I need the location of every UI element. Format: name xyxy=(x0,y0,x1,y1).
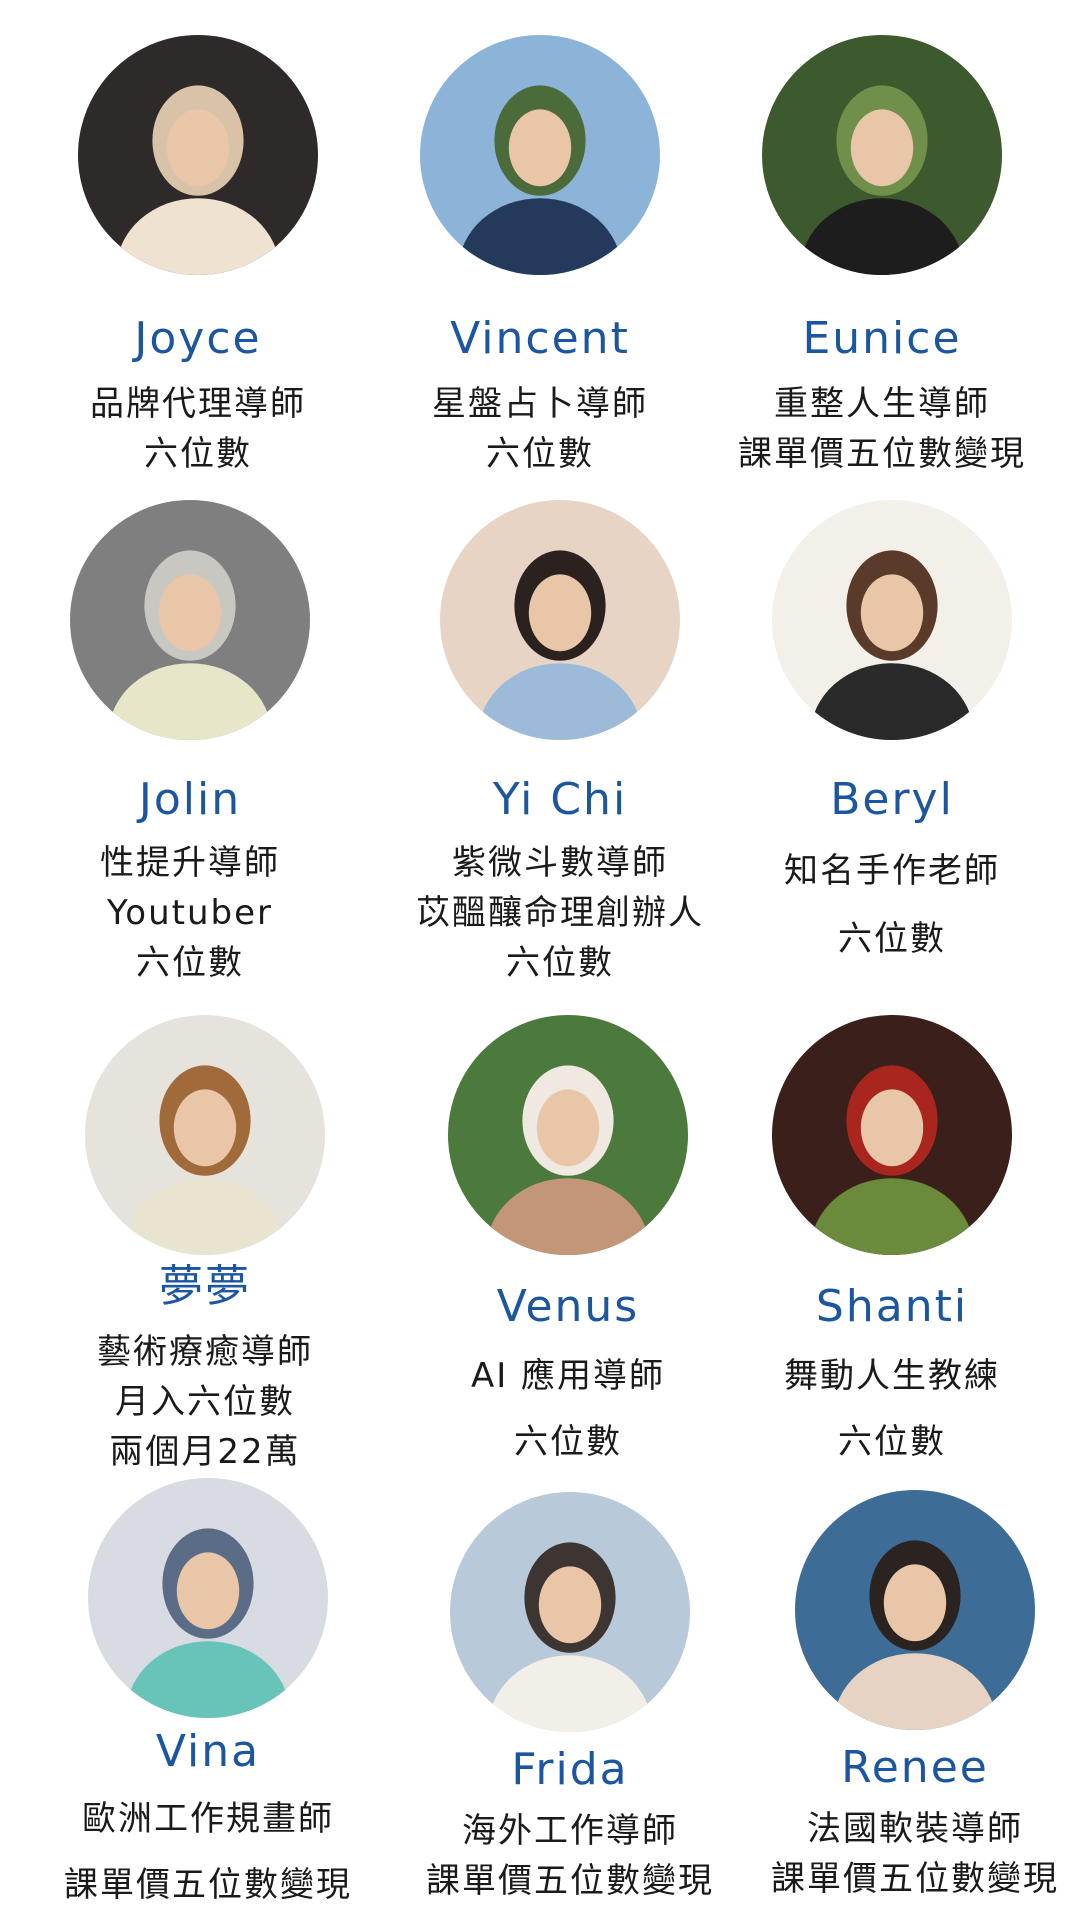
mentor-name: Shanti xyxy=(815,1281,969,1332)
mentor-title: 舞動人生教練 xyxy=(784,1356,1000,1396)
mentor-name: Beryl xyxy=(830,774,954,825)
portrait-photo-icon xyxy=(450,1492,690,1732)
portrait-photo-icon xyxy=(772,1015,1012,1255)
mentor-earnings: 課單價五位數變現 xyxy=(426,1861,714,1901)
portrait-photo-icon xyxy=(448,1015,688,1255)
avatar xyxy=(795,1490,1035,1730)
mentor-title: 品牌代理導師 xyxy=(90,384,306,424)
avatar xyxy=(772,500,1012,740)
mentor-earnings: 六位數 xyxy=(514,1422,622,1462)
mentor-card-vincent: Vincent 星盤占卜導師 六位數 xyxy=(360,35,720,475)
avatar xyxy=(762,35,1002,275)
avatar xyxy=(70,500,310,740)
mentor-card-mengmeng: 夢夢 藝術療癒導師 月入六位數 兩個月22萬 xyxy=(25,1015,385,1485)
mentor-card-joyce: Joyce 品牌代理導師 六位數 xyxy=(18,35,378,475)
mentor-name: Eunice xyxy=(802,313,962,364)
mentor-card-yi-chi: Yi Chi 紫微斗數導師 苡醞釀命理創辦人 六位數 xyxy=(380,500,740,980)
mentor-earnings: 課單價五位數變現 xyxy=(64,1865,352,1905)
avatar xyxy=(78,35,318,275)
portrait-photo-icon xyxy=(78,35,318,275)
portrait-photo-icon xyxy=(88,1478,328,1718)
mentor-title: 藝術療癒導師 xyxy=(97,1332,313,1372)
portrait-photo-icon xyxy=(795,1490,1035,1730)
mentor-card-renee: Renee 法國軟裝導師 課單價五位數變現 xyxy=(735,1490,1080,1910)
mentor-subtitle: Youtuber xyxy=(107,893,273,933)
mentor-title: 歐洲工作規畫師 xyxy=(82,1799,334,1839)
portrait-photo-icon xyxy=(420,35,660,275)
avatar xyxy=(85,1015,325,1255)
mentor-earnings: 六位數 xyxy=(838,919,946,959)
mentor-earnings: 課單價五位數變現 xyxy=(738,434,1026,474)
mentor-earnings: 六位數 xyxy=(486,434,594,474)
mentor-name: Jolin xyxy=(138,774,242,825)
mentor-earnings: 月入六位數 xyxy=(115,1382,295,1422)
mentor-card-venus: Venus AI 應用導師 六位數 xyxy=(388,1015,748,1485)
mentor-name: 夢夢 xyxy=(159,1261,251,1312)
mentor-highlight: 兩個月22萬 xyxy=(109,1432,301,1472)
avatar xyxy=(88,1478,328,1718)
mentor-earnings: 課單價五位數變現 xyxy=(771,1859,1059,1899)
mentor-card-beryl: Beryl 知名手作老師 六位數 xyxy=(712,500,1072,980)
avatar xyxy=(450,1492,690,1732)
mentor-name: Vincent xyxy=(450,313,630,364)
mentor-title: 知名手作老師 xyxy=(784,851,1000,891)
mentor-subtitle: 苡醞釀命理創辦人 xyxy=(416,893,704,933)
mentor-card-shanti: Shanti 舞動人生教練 六位數 xyxy=(712,1015,1072,1485)
mentor-earnings: 六位數 xyxy=(506,943,614,983)
portrait-photo-icon xyxy=(762,35,1002,275)
portrait-photo-icon xyxy=(440,500,680,740)
mentor-earnings: 六位數 xyxy=(144,434,252,474)
mentor-name: Joyce xyxy=(134,313,262,364)
avatar xyxy=(772,1015,1012,1255)
portrait-photo-icon xyxy=(70,500,310,740)
mentor-earnings: 六位數 xyxy=(838,1422,946,1462)
avatar xyxy=(420,35,660,275)
mentor-title: 紫微斗數導師 xyxy=(452,843,668,883)
mentor-name: Yi Chi xyxy=(492,774,628,825)
portrait-photo-icon xyxy=(85,1015,325,1255)
portrait-photo-icon xyxy=(772,500,1012,740)
mentor-title: 海外工作導師 xyxy=(462,1811,678,1851)
mentor-title: 星盤占卜導師 xyxy=(432,384,648,424)
mentor-card-jolin: Jolin 性提升導師 Youtuber 六位數 xyxy=(10,500,370,980)
mentor-name: Renee xyxy=(841,1742,989,1793)
mentor-title: 重整人生導師 xyxy=(774,384,990,424)
mentor-title: 性提升導師 xyxy=(100,843,280,883)
mentor-earnings: 六位數 xyxy=(136,943,244,983)
mentor-name: Frida xyxy=(511,1744,629,1795)
avatar xyxy=(440,500,680,740)
mentor-title: AI 應用導師 xyxy=(470,1356,666,1396)
mentor-card-eunice: Eunice 重整人生導師 課單價五位數變現 xyxy=(702,35,1062,475)
mentor-name: Venus xyxy=(496,1281,640,1332)
mentor-title: 法國軟裝導師 xyxy=(807,1809,1023,1849)
avatar xyxy=(448,1015,688,1255)
mentor-name: Vina xyxy=(155,1726,261,1777)
mentor-card-vina: Vina 歐洲工作規畫師 課單價五位數變現 xyxy=(28,1478,388,1918)
mentor-card-frida: Frida 海外工作導師 課單價五位數變現 xyxy=(390,1492,750,1912)
